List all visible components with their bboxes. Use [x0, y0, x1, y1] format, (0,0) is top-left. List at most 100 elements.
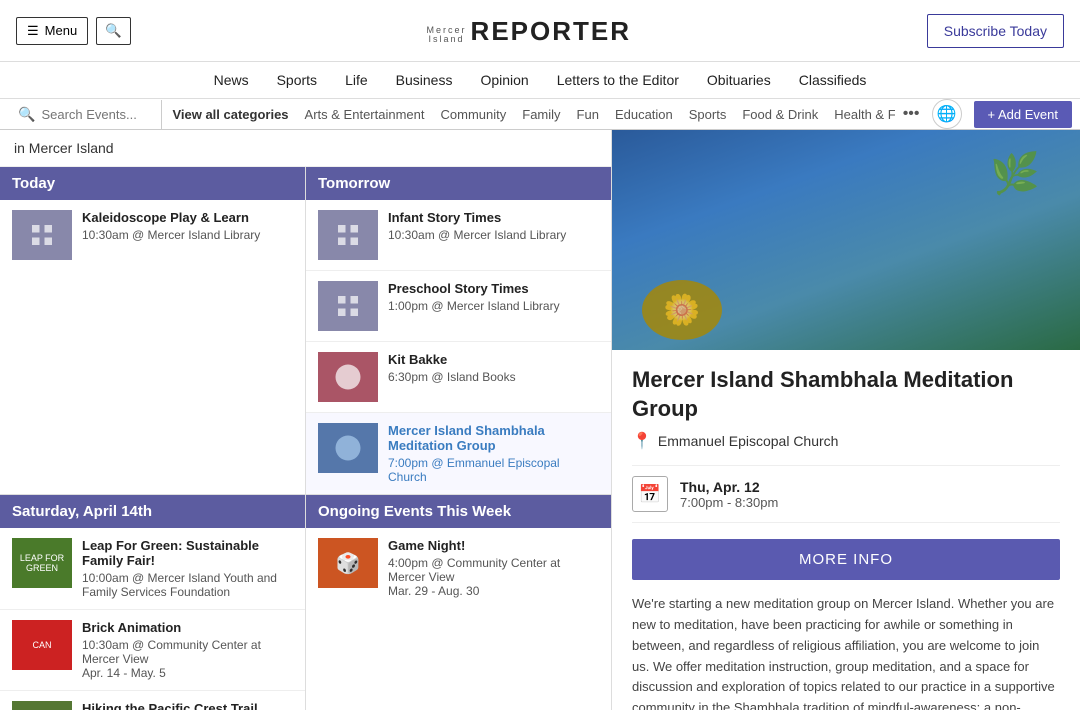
event-title-kit[interactable]: Kit Bakke	[388, 352, 599, 367]
event-title-brick[interactable]: Brick Animation	[82, 620, 293, 635]
main-nav: News Sports Life Business Opinion Letter…	[0, 62, 1080, 99]
event-hiking: 🏔️ Hiking the Pacific Crest Trail 1:00pm…	[0, 691, 305, 710]
events-categories: View all categories Arts & Entertainment…	[162, 101, 894, 128]
location-text: in Mercer Island	[14, 140, 114, 156]
today-column: Today Kaleidoscope Play & Learn 10:30am …	[0, 167, 306, 494]
event-title-leap[interactable]: Leap For Green: Sustainable Family Fair!	[82, 538, 293, 568]
search-button[interactable]: 🔍	[96, 17, 131, 45]
more-categories-button[interactable]: •••	[895, 101, 928, 127]
logo-reporter: REPORTER	[471, 18, 631, 44]
globe-button[interactable]: 🌐	[932, 99, 962, 129]
search-icon: 🔍	[105, 23, 122, 38]
add-event-button[interactable]: + Add Event	[974, 101, 1072, 128]
nav-opinion[interactable]: Opinion	[480, 72, 528, 88]
header: ☰ Menu 🔍 Mercer Island REPORTER Subscrib…	[0, 0, 1080, 62]
main-content: in Mercer Island Today Kaleidoscope Play…	[0, 130, 1080, 710]
cat-view-all[interactable]: View all categories	[172, 107, 288, 122]
event-thumb-kaleidoscope	[12, 210, 72, 260]
tomorrow-header: Tomorrow	[306, 167, 611, 200]
event-info-game-night: Game Night! 4:00pm @ Community Center at…	[388, 538, 599, 598]
ongoing-column: Ongoing Events This Week 🎲 Game Night! 4…	[306, 495, 611, 710]
header-left: ☰ Menu 🔍	[16, 17, 131, 45]
menu-label: Menu	[45, 23, 78, 38]
events-bar: 🔍 View all categories Arts & Entertainme…	[0, 99, 1080, 130]
today-header: Today	[0, 167, 305, 200]
saturday-column: Saturday, April 14th LEAP FOR GREEN Leap…	[0, 495, 306, 710]
events-search-icon: 🔍	[18, 106, 35, 123]
cat-education[interactable]: Education	[615, 107, 673, 122]
event-time-game-night: 4:00pm @ Community Center at Mercer View	[388, 556, 599, 584]
nav-business[interactable]: Business	[396, 72, 453, 88]
detail-location-text: Emmanuel Episcopal Church	[658, 433, 839, 449]
event-preschool: Preschool Story Times 1:00pm @ Mercer Is…	[306, 271, 611, 342]
event-thumb-shambhala	[318, 423, 378, 473]
search-input[interactable]	[41, 107, 151, 122]
event-info-shambhala: Mercer Island Shambhala Meditation Group…	[388, 423, 599, 484]
detail-title: Mercer Island Shambhala Meditation Group	[632, 366, 1060, 423]
event-title-hiking[interactable]: Hiking the Pacific Crest Trail	[82, 701, 293, 710]
event-title-infant[interactable]: Infant Story Times	[388, 210, 599, 225]
saturday-ongoing-columns: Saturday, April 14th LEAP FOR GREEN Leap…	[0, 495, 611, 710]
nav-life[interactable]: Life	[345, 72, 368, 88]
menu-icon: ☰	[27, 23, 39, 39]
cat-sports[interactable]: Sports	[689, 107, 727, 122]
detail-time: 7:00pm - 8:30pm	[680, 495, 778, 510]
event-title-game-night[interactable]: Game Night!	[388, 538, 599, 553]
event-info-infant: Infant Story Times 10:30am @ Mercer Isla…	[388, 210, 599, 242]
events-search-container: 🔍	[8, 100, 162, 129]
nav-sports[interactable]: Sports	[277, 72, 317, 88]
nav-obituaries[interactable]: Obituaries	[707, 72, 771, 88]
event-time-shambhala: 7:00pm @ Emmanuel Episcopal Church	[388, 456, 599, 484]
detail-date-row: 📅 Thu, Apr. 12 7:00pm - 8:30pm	[632, 465, 1060, 523]
detail-description: We're starting a new meditation group on…	[632, 594, 1060, 710]
event-thumb-preschool	[318, 281, 378, 331]
nav-letters[interactable]: Letters to the Editor	[557, 72, 679, 88]
nav-news[interactable]: News	[214, 72, 249, 88]
subscribe-button[interactable]: Subscribe Today	[927, 14, 1064, 48]
event-thumb-brick: CAN	[12, 620, 72, 670]
nav-classifieds[interactable]: Classifieds	[799, 72, 867, 88]
cat-arts[interactable]: Arts & Entertainment	[305, 107, 425, 122]
cat-food[interactable]: Food & Drink	[742, 107, 818, 122]
event-kaleidoscope: Kaleidoscope Play & Learn 10:30am @ Merc…	[0, 200, 305, 270]
event-info-kit: Kit Bakke 6:30pm @ Island Books	[388, 352, 599, 384]
detail-content: Mercer Island Shambhala Meditation Group…	[612, 350, 1080, 710]
logo[interactable]: Mercer Island REPORTER	[439, 8, 619, 53]
event-time-infant: 10:30am @ Mercer Island Library	[388, 228, 599, 242]
cat-community[interactable]: Community	[441, 107, 507, 122]
event-info-kaleidoscope: Kaleidoscope Play & Learn 10:30am @ Merc…	[82, 210, 293, 242]
event-thumb-hiking: 🏔️	[12, 701, 72, 710]
location-pin-icon: 📍	[632, 431, 652, 451]
event-time-leap: 10:00am @ Mercer Island Youth and Family…	[82, 571, 293, 599]
placeholder-icon	[27, 220, 57, 250]
placeholder-icon	[333, 291, 363, 321]
more-info-button[interactable]: MORE INFO	[632, 539, 1060, 580]
tomorrow-column: Tomorrow Infant Story Times 10:30am @ Me…	[306, 167, 611, 494]
event-thumb-infant	[318, 210, 378, 260]
events-panel: in Mercer Island Today Kaleidoscope Play…	[0, 130, 612, 710]
menu-button[interactable]: ☰ Menu	[16, 17, 88, 45]
today-tomorrow-columns: Today Kaleidoscope Play & Learn 10:30am …	[0, 167, 611, 495]
event-title-preschool[interactable]: Preschool Story Times	[388, 281, 599, 296]
cat-family[interactable]: Family	[522, 107, 560, 122]
event-title-kaleidoscope[interactable]: Kaleidoscope Play & Learn	[82, 210, 293, 225]
detail-date: Thu, Apr. 12	[680, 479, 778, 495]
logo-island: Island	[429, 35, 465, 44]
event-info-hiking: Hiking the Pacific Crest Trail 1:00pm @ …	[82, 701, 293, 710]
cat-health[interactable]: Health & Fitness	[834, 107, 894, 122]
detail-panel: 🌼 🌿 Mercer Island Shambhala Meditation G…	[612, 130, 1080, 710]
event-time-kit: 6:30pm @ Island Books	[388, 370, 599, 384]
detail-date-info: Thu, Apr. 12 7:00pm - 8:30pm	[680, 479, 778, 510]
event-leap: LEAP FOR GREEN Leap For Green: Sustainab…	[0, 528, 305, 610]
event-date-brick: Apr. 14 - May. 5	[82, 666, 293, 680]
event-thumb-kit	[318, 352, 378, 402]
event-info-leap: Leap For Green: Sustainable Family Fair!…	[82, 538, 293, 599]
event-time-preschool: 1:00pm @ Mercer Island Library	[388, 299, 599, 313]
cat-fun[interactable]: Fun	[577, 107, 599, 122]
saturday-header: Saturday, April 14th	[0, 495, 305, 528]
event-title-shambhala[interactable]: Mercer Island Shambhala Meditation Group	[388, 423, 599, 453]
event-time-kaleidoscope: 10:30am @ Mercer Island Library	[82, 228, 293, 242]
detail-location-row: 📍 Emmanuel Episcopal Church	[632, 431, 1060, 451]
event-infant: Infant Story Times 10:30am @ Mercer Isla…	[306, 200, 611, 271]
location-bar: in Mercer Island	[0, 130, 611, 167]
